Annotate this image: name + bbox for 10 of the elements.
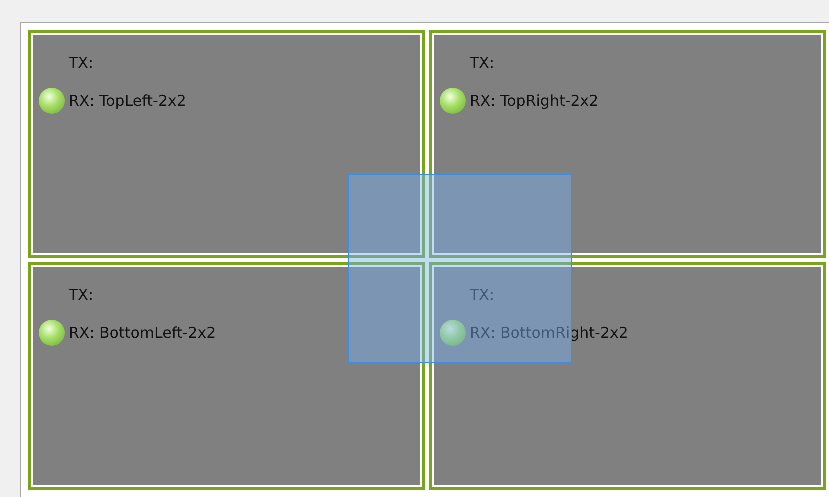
rx-label: RX: BottomLeft-2x2 [69,324,216,342]
rx-label: RX: TopRight-2x2 [470,92,599,110]
tx-label: TX: [470,286,496,304]
tx-label: TX: [470,54,496,72]
display-panel[interactable]: TX: RX: TopLeft-2x2 [28,30,425,258]
tx-label: TX: [69,54,94,72]
display-panel[interactable]: TX: RX: BottomLeft-2x2 [28,262,425,490]
rx-label: RX: TopLeft-2x2 [69,92,186,110]
display-panel[interactable]: TX: RX: TopRight-2x2 [429,30,826,258]
tx-label: TX: [69,286,94,304]
